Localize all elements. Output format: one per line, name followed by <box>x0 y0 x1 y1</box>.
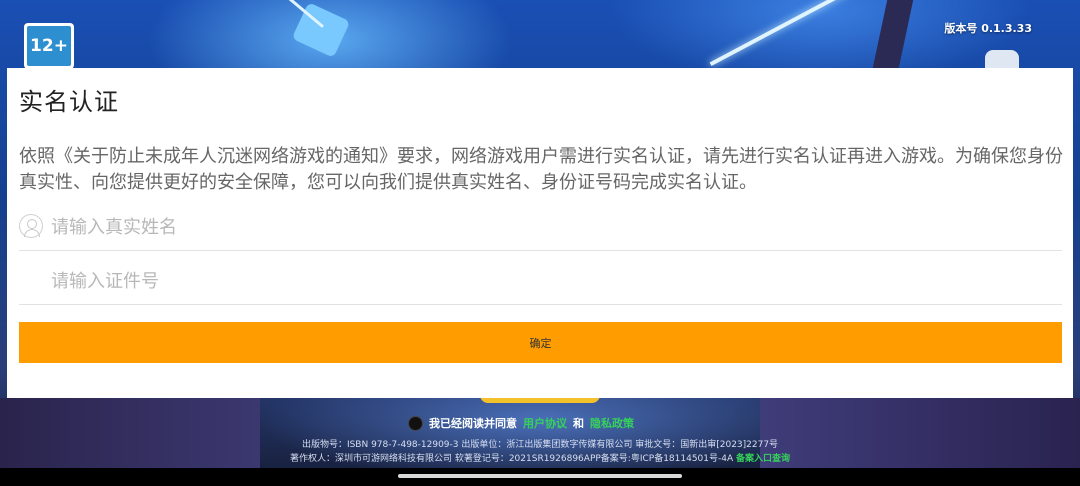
age-rating-badge: 12+ <box>24 23 74 69</box>
age-rating-label: 12+ <box>27 26 71 66</box>
version-label: 版本号 0.1.3.33 <box>944 22 1032 35</box>
agree-and: 和 <box>573 417 584 430</box>
copyright-info: 著作权人：深圳市可游网络科技有限公司 软著登记号：2021SR1926896AP… <box>0 451 1080 464</box>
user-icon <box>19 214 43 238</box>
dialog-title: 实名认证 <box>19 88 119 116</box>
name-field-row <box>19 204 1062 251</box>
privacy-policy-link[interactable]: 隐私政策 <box>590 415 634 431</box>
dialog-description: 依照《关于防止未成年人沉迷网络游戏的通知》要求，网络游戏用户需进行实名认证，请先… <box>19 146 1063 193</box>
id-field-row <box>19 258 1062 305</box>
id-number-input[interactable] <box>51 258 1041 304</box>
agree-radio[interactable] <box>408 415 423 431</box>
real-name-input[interactable] <box>51 204 1041 250</box>
user-agreement-link[interactable]: 用户协议 <box>523 415 567 431</box>
real-name-dialog: 实名认证 依照《关于防止未成年人沉迷网络游戏的通知》要求，网络游戏用户需进行实名… <box>7 68 1073 398</box>
background-ornament <box>985 50 1019 68</box>
copyright-text: 著作权人：深圳市可游网络科技有限公司 软著登记号：2021SR1926896AP… <box>289 454 734 464</box>
confirm-button[interactable]: 确定 <box>19 322 1062 363</box>
agree-prefix: 我已经阅读并同意 <box>429 417 517 430</box>
agreement-row: 我已经阅读并同意 用户协议 和 隐私政策 <box>408 413 634 433</box>
home-gesture-handle[interactable] <box>398 474 682 478</box>
filing-query-link[interactable]: 备案入口查询 <box>736 454 790 464</box>
publication-info: 出版物号：ISBN 978-7-498-12909-3 出版单位：浙江出版集团数… <box>301 440 779 450</box>
